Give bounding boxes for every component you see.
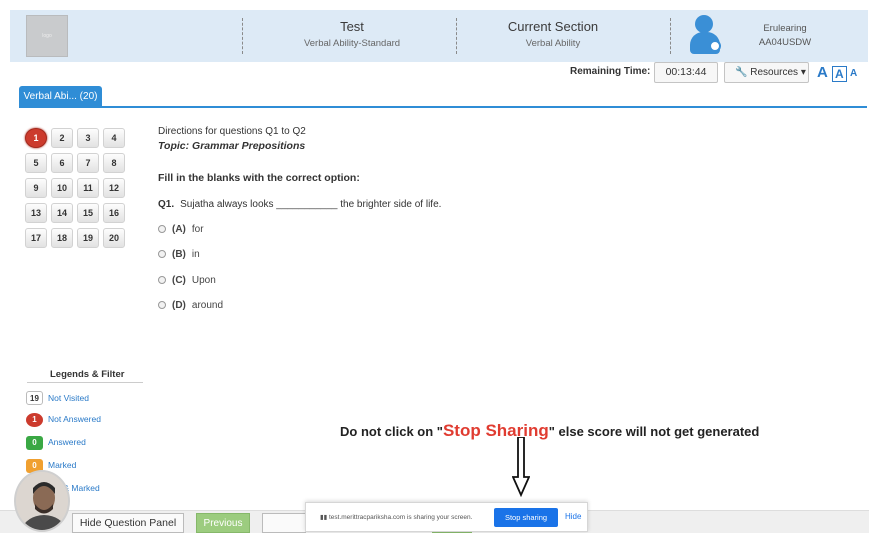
- question-palette-button-13[interactable]: 13: [25, 203, 47, 223]
- question-palette-button-19[interactable]: 19: [77, 228, 99, 248]
- question-palette-button-15[interactable]: 15: [77, 203, 99, 223]
- legend-divider: [27, 382, 143, 383]
- legend-badge: 0: [26, 436, 43, 450]
- test-info: Test Verbal Ability-Standard: [262, 18, 442, 49]
- share-indicator-icon: ▮▮: [320, 514, 329, 521]
- user-name: Erulearing: [763, 23, 807, 34]
- legend-not-answered[interactable]: 1 Not Answered: [26, 413, 101, 427]
- question-palette-button-10[interactable]: 10: [51, 178, 73, 198]
- font-size-small-button[interactable]: A: [850, 68, 857, 79]
- legend-answered[interactable]: 0 Answered: [26, 436, 86, 450]
- question-palette-button-18[interactable]: 18: [51, 228, 73, 248]
- wrench-icon: 🔧: [735, 67, 748, 78]
- legend-badge: 1: [26, 413, 43, 427]
- caret-down-icon: ▾: [800, 67, 806, 78]
- share-bar-text: ▮▮ test.merittracpariksha.com is sharing…: [320, 514, 473, 521]
- stop-sharing-highlight: Stop Sharing: [442, 421, 549, 440]
- legend-not-visited[interactable]: 19 Not Visited: [26, 391, 89, 405]
- question-number: Q1.: [158, 199, 175, 210]
- question-palette-button-17[interactable]: 17: [25, 228, 47, 248]
- stop-sharing-warning: Do not click on "Stop Sharing" else scor…: [340, 421, 760, 440]
- question-palette-button-5[interactable]: 5: [25, 153, 47, 173]
- question-palette-button-3[interactable]: 3: [77, 128, 99, 148]
- resources-button[interactable]: 🔧 Resources ▾: [724, 62, 809, 83]
- question-topic: Topic: Grammar Prepositions: [158, 140, 306, 152]
- arrow-down-icon: [512, 437, 530, 497]
- option-b[interactable]: (B) in: [158, 249, 200, 260]
- remaining-time-label: Remaining Time:: [570, 66, 651, 77]
- question-palette-button-2[interactable]: 2: [51, 128, 73, 148]
- question-body: Sujatha always looks ___________ the bri…: [180, 199, 442, 210]
- tab-underline: [19, 106, 867, 108]
- tab-verbal-ability[interactable]: Verbal Abi... (20): [19, 86, 102, 107]
- section-info: Current Section Verbal Ability: [468, 18, 638, 49]
- remaining-time-value: 00:13:44: [654, 62, 718, 83]
- previous-button[interactable]: Previous: [196, 513, 250, 533]
- header-divider: [670, 18, 671, 54]
- question-palette-button-16[interactable]: 16: [103, 203, 125, 223]
- legend-title: Legends & Filter: [50, 369, 125, 380]
- hide-question-panel-button[interactable]: Hide Question Panel: [72, 513, 184, 533]
- test-subtitle: Verbal Ability-Standard: [303, 38, 401, 49]
- font-size-large-button[interactable]: A: [817, 64, 828, 81]
- question-palette-button-1[interactable]: 1: [25, 128, 47, 148]
- app-header: logo Test Verbal Ability-Standard Curren…: [10, 10, 868, 62]
- question-instruction: Fill in the blanks with the correct opti…: [158, 172, 360, 184]
- test-title: Test: [340, 19, 364, 34]
- screen-share-bar: ▮▮ test.merittracpariksha.com is sharing…: [305, 502, 588, 532]
- header-divider: [242, 18, 243, 54]
- question-directions: Directions for questions Q1 to Q2: [158, 126, 306, 137]
- header-divider: [456, 18, 457, 54]
- user-info: Erulearing AA04USDW: [740, 22, 830, 50]
- question-palette-button-7[interactable]: 7: [77, 153, 99, 173]
- radio-button[interactable]: [158, 276, 166, 284]
- question-palette-button-9[interactable]: 9: [25, 178, 47, 198]
- mark-for-review-button[interactable]: [262, 513, 306, 533]
- resources-label: Resources: [750, 67, 799, 78]
- radio-button[interactable]: [158, 301, 166, 309]
- radio-button[interactable]: [158, 225, 166, 233]
- option-a[interactable]: (A) for: [158, 224, 204, 235]
- question-palette-button-11[interactable]: 11: [77, 178, 99, 198]
- stop-sharing-button[interactable]: Stop sharing: [494, 508, 558, 527]
- question-text: Q1. Sujatha always looks ___________ the …: [158, 199, 441, 210]
- section-subtitle: Verbal Ability: [525, 38, 581, 49]
- question-palette-button-8[interactable]: 8: [103, 153, 125, 173]
- user-id: AA04USDW: [758, 37, 812, 48]
- question-palette-button-20[interactable]: 20: [103, 228, 125, 248]
- font-size-medium-button[interactable]: A: [832, 66, 847, 82]
- option-c[interactable]: (C) Upon: [158, 275, 216, 286]
- hide-share-bar-link[interactable]: Hide: [565, 512, 581, 521]
- question-palette-button-6[interactable]: 6: [51, 153, 73, 173]
- question-palette-button-12[interactable]: 12: [103, 178, 125, 198]
- radio-button[interactable]: [158, 250, 166, 258]
- logo: logo: [26, 15, 68, 57]
- webcam-preview: [14, 470, 70, 532]
- legend-badge: 19: [26, 391, 43, 405]
- section-title: Current Section: [507, 19, 599, 34]
- option-d[interactable]: (D) around: [158, 300, 223, 311]
- question-palette-button-4[interactable]: 4: [103, 128, 125, 148]
- question-palette-button-14[interactable]: 14: [51, 203, 73, 223]
